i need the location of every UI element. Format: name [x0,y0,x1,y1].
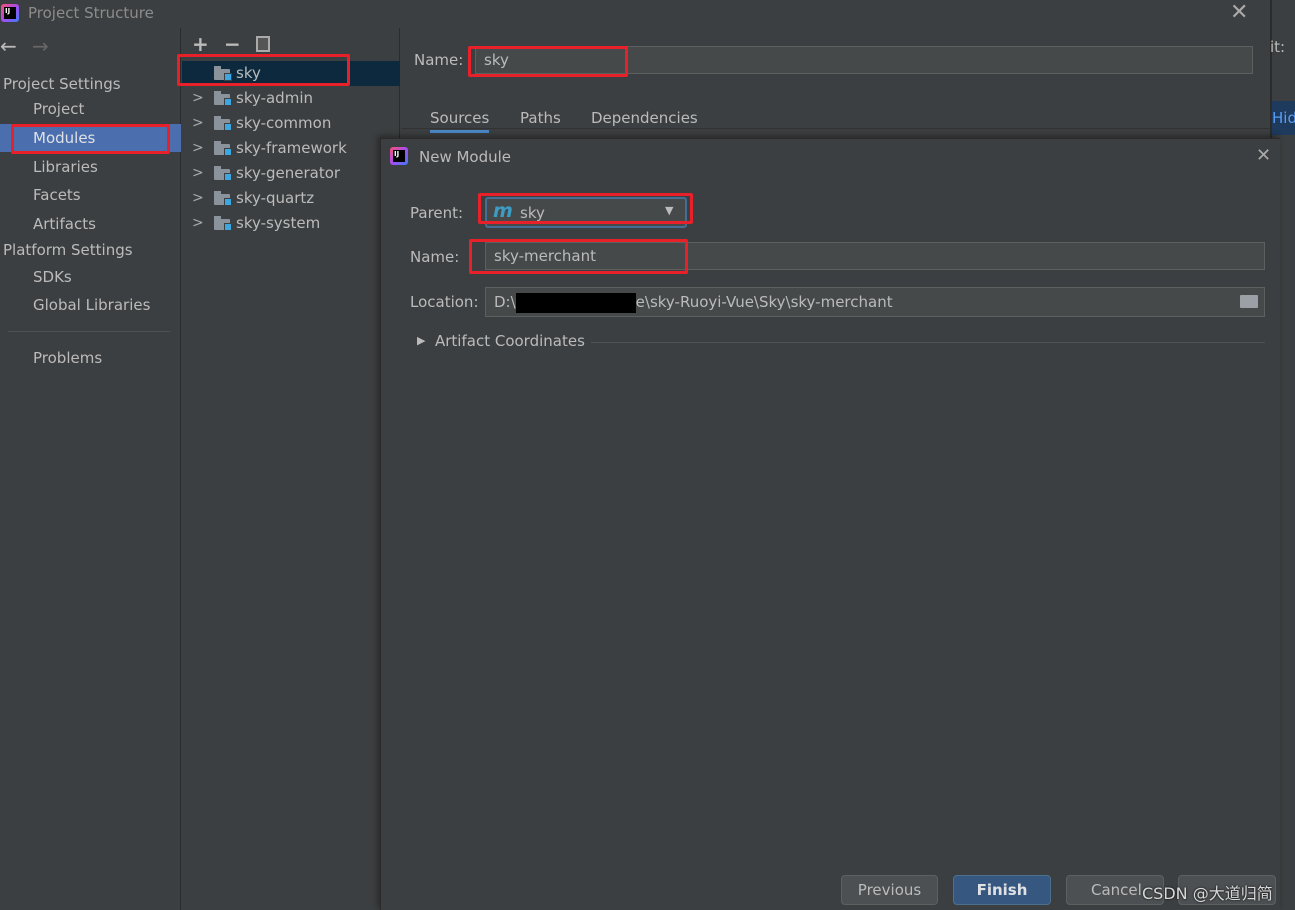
project-settings-header: Project Settings [3,75,121,93]
sidebar-item-global-libraries[interactable]: Global Libraries [0,291,181,319]
parent-label: Parent: [410,204,464,222]
redacted-block [515,292,636,313]
window-title: Project Structure [28,4,154,22]
tree-item-sky-generator[interactable]: > sky-generator [182,161,400,186]
intellij-idea-icon: IJ [390,147,408,165]
module-name-input[interactable]: sky [475,46,1253,74]
sidebar: ← → Project Settings Project Modules Lib… [0,28,181,910]
divider [401,128,1270,129]
title-bar: IJ Project Structure ✕ [0,0,1270,28]
chevron-right-icon[interactable]: > [192,111,204,136]
divider [591,342,1265,343]
add-icon[interactable]: + [192,32,209,56]
maven-m-icon: m [493,200,513,222]
module-name-input[interactable]: sky-merchant [485,242,1265,270]
location-prefix: D:\ [494,293,516,311]
chevron-down-icon: ▼ [665,204,674,217]
module-folder-icon [214,216,232,231]
module-tree: + − sky > sky-admin > sky-common > sky-fram… [182,28,400,910]
divider [8,331,170,332]
chevron-right-icon[interactable]: > [192,136,204,161]
tree-item-sky-admin[interactable]: > sky-admin [182,86,400,111]
location-suffix: e\sky-Ruoyi-Vue\Sky\sky-merchant [635,293,893,311]
tree-item-label: sky-system [236,214,321,232]
location-label: Location: [410,293,479,311]
sidebar-item-problems[interactable]: Problems [0,344,181,372]
tree-item-label: sky-quartz [236,189,315,207]
copy-icon[interactable] [256,36,270,52]
module-folder-icon [214,191,232,206]
tree-item-label: sky-common [236,114,332,132]
sidebar-item-facets[interactable]: Facets [0,181,181,209]
name-label: Name: [414,51,464,69]
artifact-coordinates-toggle[interactable]: Artifact Coordinates [435,332,585,350]
tree-item-label: sky-generator [236,164,341,182]
module-folder-icon [214,166,232,181]
tree-item-sky-framework[interactable]: > sky-framework [182,136,400,161]
tree-item-sky[interactable]: sky [182,61,400,86]
tree-item-sky-system[interactable]: > sky-system [182,211,400,236]
watermark: CSDN @大道归简 [1142,884,1273,903]
chevron-right-icon[interactable]: > [192,186,204,211]
tree-item-label: sky-framework [236,139,347,157]
new-module-dialog: IJ New Module ✕ Parent: m sky ▼ Name: sk… [380,138,1280,910]
module-folder-icon [214,141,232,156]
chevron-right-icon[interactable]: > [192,86,204,111]
parent-value: sky [520,204,545,222]
module-folder-icon [214,91,232,106]
module-details: Name: sky Sources Paths Dependencies [401,28,1270,138]
folder-open-icon[interactable] [1240,295,1258,308]
intellij-idea-icon: IJ [1,4,19,22]
sidebar-item-libraries[interactable]: Libraries [0,153,181,181]
platform-settings-header: Platform Settings [3,241,133,259]
partial-label: it: [1270,38,1286,56]
chevron-right-icon[interactable]: > [192,211,204,236]
hide-button[interactable]: Hid [1272,101,1295,135]
sidebar-item-sdks[interactable]: SDKs [0,263,181,291]
close-icon[interactable]: ✕ [1230,0,1248,25]
sidebar-item-artifacts[interactable]: Artifacts [0,210,181,238]
sidebar-item-modules[interactable]: Modules [0,124,181,152]
module-folder-icon [214,66,232,81]
finish-button[interactable]: Finish [953,875,1051,905]
name-label: Name: [410,248,460,266]
dialog-title: New Module [419,148,512,166]
tree-item-label: sky [236,64,261,82]
remove-icon[interactable]: − [224,32,241,56]
close-icon[interactable]: ✕ [1256,145,1271,166]
expand-triangle-icon[interactable]: ▶ [417,334,425,347]
location-input[interactable]: D:\ e\sky-Ruoyi-Vue\Sky\sky-merchant [485,287,1265,317]
module-folder-icon [214,116,232,131]
tree-item-sky-common[interactable]: > sky-common [182,111,400,136]
arrow-left-icon[interactable]: ← [0,34,17,58]
tree-item-label: sky-admin [236,89,313,107]
tree-item-sky-quartz[interactable]: > sky-quartz [182,186,400,211]
sidebar-item-project[interactable]: Project [0,95,181,123]
previous-button[interactable]: Previous [841,875,938,905]
parent-dropdown[interactable]: m sky ▼ [485,197,687,228]
arrow-right-icon[interactable]: → [32,34,49,58]
chevron-right-icon[interactable]: > [192,161,204,186]
